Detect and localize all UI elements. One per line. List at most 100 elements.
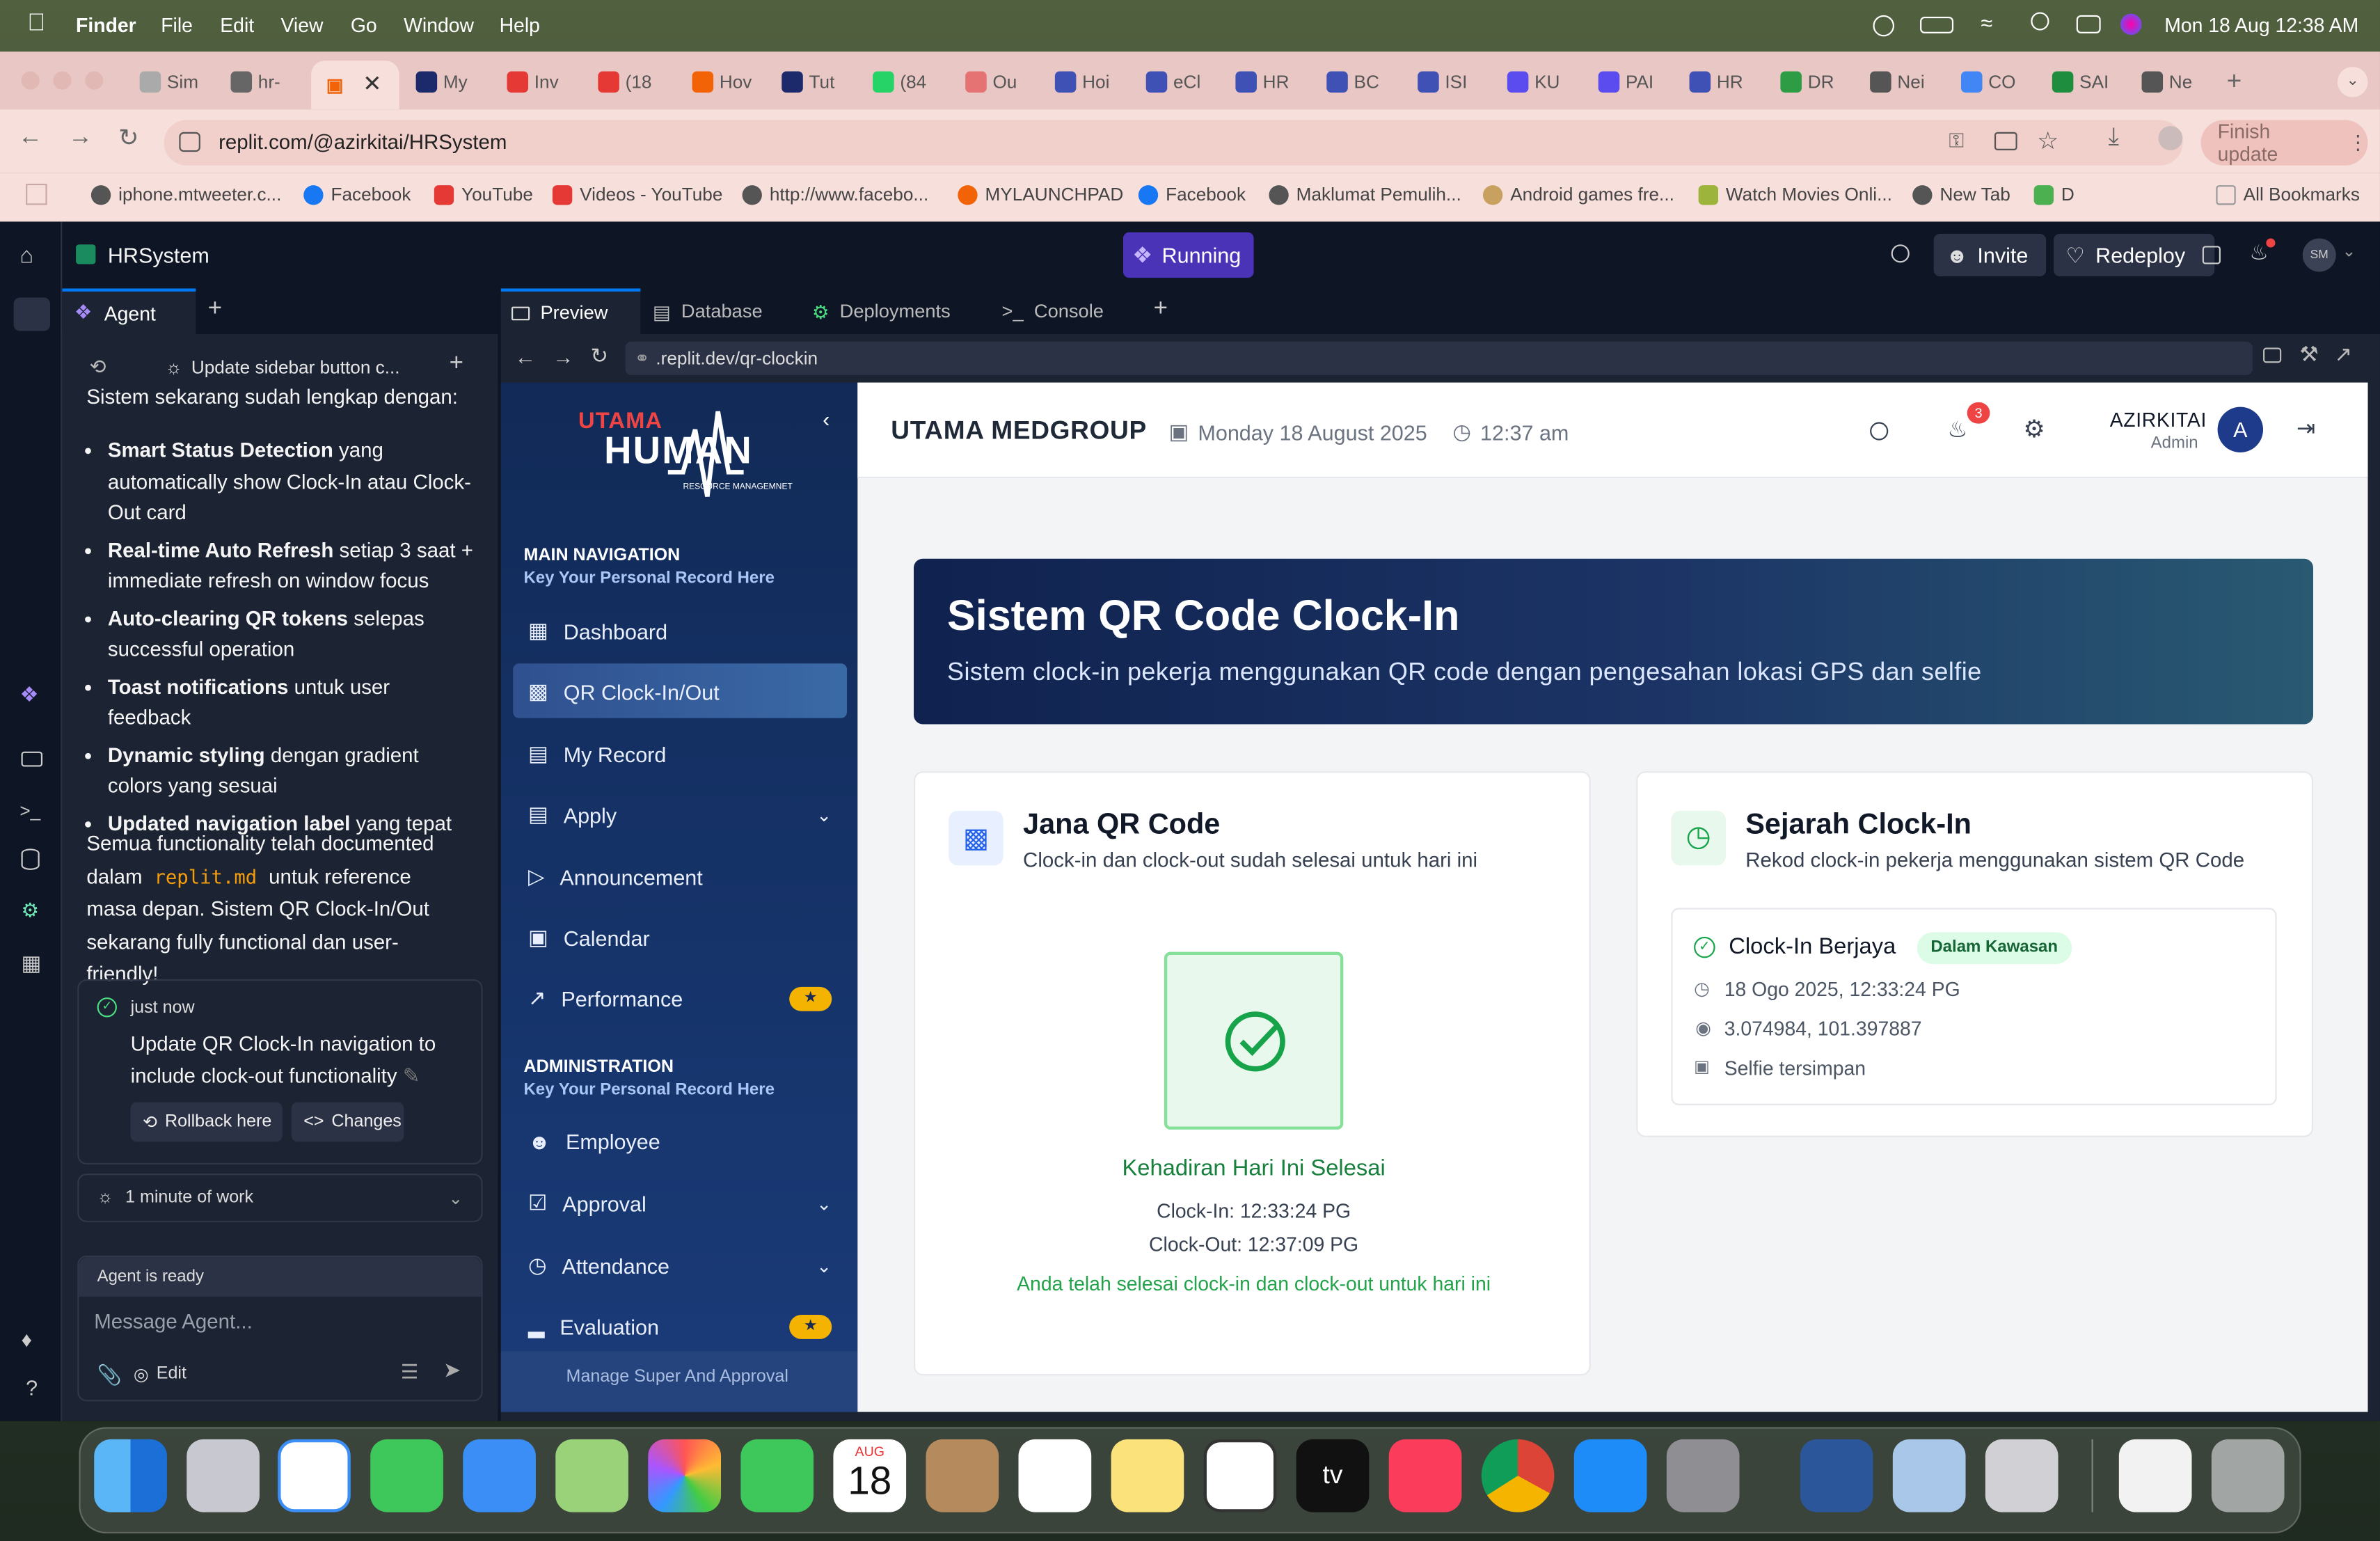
bookmark[interactable]: http://www.facebo... xyxy=(742,184,928,205)
bookmark-star-icon[interactable]: ☆ xyxy=(2037,126,2058,157)
active-tab[interactable]: ▣ ✕ xyxy=(311,61,399,110)
contacts-icon[interactable] xyxy=(926,1439,999,1512)
database-icon[interactable] xyxy=(21,848,40,870)
console-icon[interactable]: >_ xyxy=(19,800,40,822)
facetime-icon[interactable] xyxy=(740,1439,814,1512)
apple-icon[interactable]:  xyxy=(27,10,45,38)
tab[interactable]: Ou xyxy=(965,64,1017,100)
bookmark[interactable]: Facebook xyxy=(1138,184,1246,205)
bookmark[interactable]: iphone.mtweeter.c... xyxy=(90,184,281,205)
finish-update-button[interactable]: Finish update ⋮ xyxy=(2200,120,2368,166)
bookmark[interactable]: Videos - YouTube xyxy=(552,184,722,205)
tab-agent[interactable]: ❖ Agent xyxy=(62,288,196,334)
all-bookmarks[interactable]: All Bookmarks xyxy=(2216,184,2360,205)
history-entry[interactable]: ✓ Clock-In Berjaya Dalam Kawasan ◷ 18 Og… xyxy=(1671,908,2277,1105)
freeform-icon[interactable] xyxy=(1203,1439,1277,1512)
nav-dashboard[interactable]: ▦ Dashboard xyxy=(528,618,667,644)
apple-tv-icon[interactable]: tv xyxy=(1296,1439,1370,1512)
invite-button[interactable]: ☻ Invite xyxy=(1933,233,2047,276)
reload-icon[interactable]: ↻ xyxy=(118,123,138,154)
url-text[interactable]: replit.com/@azirkitai/HRSystem xyxy=(219,131,507,154)
tab[interactable]: DR xyxy=(1780,64,1834,100)
tab[interactable]: PAI xyxy=(1598,64,1653,100)
files-icon[interactable] xyxy=(13,297,50,331)
install-app-icon[interactable] xyxy=(1994,132,2017,150)
maps-icon[interactable] xyxy=(555,1439,628,1512)
new-tab-icon[interactable]: + xyxy=(2227,67,2242,97)
reminders-icon[interactable] xyxy=(1018,1439,1092,1512)
nav-employee[interactable]: ☻ Employee xyxy=(528,1130,660,1154)
nav-apply[interactable]: ▤ Apply ⌄ xyxy=(528,802,832,828)
window-close-button[interactable] xyxy=(21,71,40,90)
tab[interactable]: ISI xyxy=(1418,64,1467,100)
menu-help[interactable]: Help xyxy=(500,14,540,37)
messages-icon[interactable] xyxy=(370,1439,443,1512)
bookmark[interactable]: Facebook xyxy=(303,184,411,205)
devices-icon[interactable] xyxy=(2263,347,2282,363)
nav-performance[interactable]: ↗ Performance ★ xyxy=(528,986,832,1011)
menu-view[interactable]: View xyxy=(281,14,324,37)
all-tools-icon[interactable]: ▦ xyxy=(22,950,42,976)
menu-file[interactable]: File xyxy=(161,14,193,37)
tab-preview[interactable]: Preview xyxy=(500,288,641,334)
gear-icon[interactable]: ⚙ xyxy=(2023,414,2045,445)
edit-pencil-icon[interactable]: ✎ xyxy=(403,1064,420,1086)
launchpad-icon[interactable] xyxy=(187,1439,260,1512)
attach-icon[interactable]: 📎 xyxy=(97,1364,122,1388)
tab[interactable]: (18 xyxy=(598,64,651,100)
siri-icon[interactable] xyxy=(2120,13,2142,35)
tab[interactable]: Sim xyxy=(139,64,198,100)
word-icon[interactable] xyxy=(1800,1439,1873,1512)
forward-icon[interactable]: → xyxy=(553,345,574,369)
tab[interactable]: hr- xyxy=(230,64,280,100)
tab[interactable]: Hov xyxy=(692,64,752,100)
wifi-icon[interactable]: ≈ xyxy=(1981,10,1992,35)
window-minimize-button[interactable] xyxy=(53,71,72,90)
logout-icon[interactable]: ⇥ xyxy=(2296,414,2315,442)
back-icon[interactable]: ← xyxy=(514,345,536,369)
tab[interactable]: (84 xyxy=(873,64,926,100)
tab[interactable]: HR xyxy=(1689,64,1743,100)
system-settings-icon[interactable] xyxy=(1666,1439,1740,1512)
avatar[interactable]: SM xyxy=(2302,238,2336,272)
collapse-sidebar-icon[interactable]: ‹ xyxy=(823,407,830,432)
run-status-button[interactable]: ❖ Running xyxy=(1123,232,1254,278)
tab[interactable]: Ne xyxy=(2141,64,2192,100)
notes-icon[interactable] xyxy=(1111,1439,1184,1512)
changes-button[interactable]: <> Changes xyxy=(291,1102,404,1142)
search-icon[interactable] xyxy=(1891,244,1910,263)
bell-icon[interactable]: ♨ xyxy=(1947,416,1967,443)
tab[interactable]: Inv xyxy=(507,64,559,100)
open-new-tab-icon[interactable]: ↗ xyxy=(2335,342,2353,368)
bookmark[interactable]: Watch Movies Onli... xyxy=(1698,184,1892,205)
nav-evaluation[interactable]: ▂ Evaluation ★ xyxy=(528,1313,832,1339)
user-avatar[interactable]: A xyxy=(2217,406,2264,453)
menu-clock[interactable]: Mon 18 Aug 12:38 AM xyxy=(2164,14,2358,37)
utama-human-logo[interactable]: UTAMA HUMAN RESOURCE MANAGEMNET xyxy=(577,407,820,505)
window-icon[interactable] xyxy=(2202,246,2221,264)
key-icon[interactable]: ⚿ xyxy=(1949,129,1965,153)
settings-sliders-icon[interactable]: ☰ xyxy=(401,1360,418,1384)
tab-database[interactable]: ▤ Database xyxy=(653,288,763,333)
bookmark[interactable]: Maklumat Pemulih... xyxy=(1269,184,1461,205)
menu-window[interactable]: Window xyxy=(404,14,474,37)
music-icon[interactable] xyxy=(1388,1439,1462,1512)
preview-icon[interactable] xyxy=(21,751,43,767)
tab[interactable]: eCl xyxy=(1145,64,1200,100)
nav-calendar[interactable]: ▣ Calendar xyxy=(528,924,650,950)
search-icon[interactable] xyxy=(1870,422,1889,441)
work-summary[interactable]: ☼ 1 minute of work ⌄ xyxy=(77,1173,483,1222)
add-tab-icon[interactable]: + xyxy=(1154,296,1168,323)
add-tab-icon[interactable]: + xyxy=(208,296,222,323)
calendar-icon[interactable]: AUG 18 xyxy=(833,1439,907,1512)
message-input[interactable]: Message Agent... xyxy=(94,1310,253,1333)
preview-url-bar[interactable]: ⚭ .replit.dev/qr-clockin xyxy=(625,341,2253,375)
downloads-stack-icon[interactable] xyxy=(2118,1439,2192,1512)
project-name[interactable]: HRSystem xyxy=(108,243,209,267)
bookmark[interactable]: Android games fre... xyxy=(1482,184,1674,205)
tab-console[interactable]: >_ Console xyxy=(1002,288,1104,333)
tab-deployments[interactable]: ⚙ Deployments xyxy=(812,288,951,333)
devtools-icon[interactable]: ⚒ xyxy=(2299,342,2318,368)
menu-app-name[interactable]: Finder xyxy=(76,14,136,37)
back-icon[interactable]: ← xyxy=(18,125,42,152)
